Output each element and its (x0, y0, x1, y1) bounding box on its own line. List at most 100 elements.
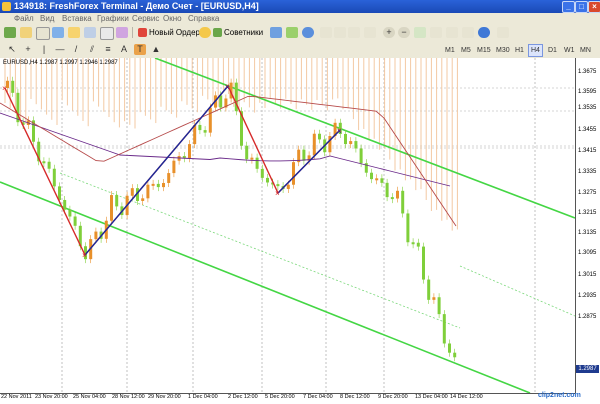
time-tick-label: 7 Dec 04:00 (303, 394, 333, 400)
navigator-icon[interactable] (68, 27, 80, 38)
candle-chart-icon[interactable] (286, 27, 298, 38)
tf-m30[interactable]: M30 (493, 44, 513, 57)
tf-m5[interactable]: M5 (458, 44, 474, 57)
bar-chart-icon[interactable] (270, 27, 282, 38)
menu-tools[interactable]: Сервис (132, 13, 159, 25)
main-toolbar: Новый Ордер Советники + − (0, 25, 600, 43)
candle (354, 141, 358, 149)
candle (448, 343, 451, 353)
price-tick-label: 1.3135 (578, 230, 597, 236)
menu-file[interactable]: Файл (14, 13, 34, 25)
channel-icon[interactable]: ⫽ (86, 44, 98, 55)
channel-upper (154, 57, 576, 219)
close-button[interactable]: × (588, 1, 600, 13)
vertical-line-icon[interactable]: | (38, 44, 50, 55)
chart-area[interactable]: × × × × × × × (0, 57, 600, 403)
menu-insert[interactable]: Вставка (62, 13, 92, 25)
text-icon[interactable]: A (118, 44, 130, 55)
candle (42, 161, 46, 164)
line-chart-icon[interactable] (302, 27, 314, 38)
label-icon[interactable]: T (134, 44, 146, 55)
candle (302, 149, 306, 161)
exclamation-icon[interactable] (199, 27, 211, 38)
candle (416, 242, 420, 247)
tester-icon[interactable] (100, 27, 114, 40)
candle (151, 183, 155, 186)
horizontal-line-icon[interactable]: — (54, 44, 66, 55)
symbol-info: EURUSD,H4 1.2987 1.2997 1.2946 1.2987 (3, 60, 118, 66)
new-chart-icon[interactable] (4, 27, 16, 38)
zoom-out-icon[interactable]: − (398, 27, 410, 38)
tf-h1[interactable]: H1 (512, 44, 527, 57)
candle (396, 190, 399, 199)
time-tick-label: 2 Dec 12:00 (228, 394, 258, 400)
price-chart[interactable]: ××××××× (0, 57, 576, 394)
candle (219, 95, 223, 108)
new-order-label: Новый Ордер (149, 28, 200, 37)
candle (110, 195, 113, 221)
tf-mn[interactable]: MN (577, 44, 594, 57)
time-tick-label: 22 Nov 2011 (1, 394, 32, 400)
menu-window[interactable]: Окно (163, 13, 182, 25)
candle (359, 148, 363, 164)
grid-icon[interactable] (320, 27, 332, 38)
candle (432, 297, 436, 300)
candle (188, 144, 191, 159)
tf-m15[interactable]: M15 (474, 44, 494, 57)
minimize-button[interactable]: _ (562, 1, 575, 13)
candle (406, 213, 410, 243)
shift-end-icon[interactable] (446, 27, 458, 38)
price-tick-label: 1.3015 (578, 272, 597, 278)
tile-icon[interactable] (414, 27, 426, 38)
volume-icon[interactable] (334, 27, 346, 38)
autoscroll-icon[interactable] (430, 27, 442, 38)
menu-charts[interactable]: Графики (97, 13, 129, 25)
editor-icon[interactable] (116, 27, 128, 38)
tf-d1[interactable]: D1 (545, 44, 560, 57)
price-tick-label: 1.2875 (578, 314, 597, 320)
menu-help[interactable]: Справка (188, 13, 219, 25)
price-tick-label: 1.3675 (578, 69, 597, 75)
candle (370, 172, 373, 180)
toolbar-separator (132, 27, 133, 38)
wave-line-2 (277, 129, 341, 194)
title-bar: 134918: FreshForex Terminal - Демо Счет … (0, 0, 600, 13)
candle (47, 161, 51, 169)
candle (349, 141, 353, 145)
menu-view[interactable]: Вид (40, 13, 54, 25)
candle (344, 133, 347, 145)
tf-m1[interactable]: M1 (442, 44, 458, 57)
scroll-icon[interactable] (348, 27, 360, 38)
price-tick-label: 1.3535 (578, 105, 597, 111)
fibonacci-icon[interactable]: ≡ (102, 44, 114, 55)
candle (203, 130, 207, 133)
app-icon (2, 2, 11, 11)
zoom-in-icon[interactable]: + (383, 27, 395, 38)
profiles-icon[interactable] (20, 27, 32, 38)
candle (245, 145, 249, 160)
maximize-button[interactable]: □ (575, 1, 588, 13)
periods-icon[interactable] (478, 27, 490, 38)
market-watch-icon[interactable] (36, 27, 50, 40)
arrows-icon[interactable]: ▲ (150, 44, 162, 55)
channel-lower (0, 181, 531, 394)
cursor-icon[interactable]: ↖ (6, 44, 18, 55)
time-tick-label: 14 Dec 12:00 (450, 394, 483, 400)
trendline-icon[interactable]: / (70, 44, 82, 55)
candle (11, 80, 15, 93)
candle (115, 195, 119, 207)
templates-icon[interactable] (497, 27, 509, 38)
experts-button[interactable]: Советники (213, 26, 263, 39)
new-order-button[interactable]: Новый Ордер (138, 26, 200, 39)
data-window-icon[interactable] (52, 27, 64, 38)
moving-average-slow (0, 112, 451, 187)
tf-w1[interactable]: W1 (561, 44, 578, 57)
candle (411, 242, 415, 245)
tf-h4[interactable]: H4 (528, 44, 543, 57)
new-order-icon (138, 28, 147, 38)
crosshair-icon[interactable]: + (22, 44, 34, 55)
price-tick-label: 1.3215 (578, 210, 597, 216)
indicators-icon[interactable] (462, 27, 474, 38)
chart-shift-icon[interactable] (364, 27, 376, 38)
terminal-icon[interactable] (84, 27, 96, 38)
